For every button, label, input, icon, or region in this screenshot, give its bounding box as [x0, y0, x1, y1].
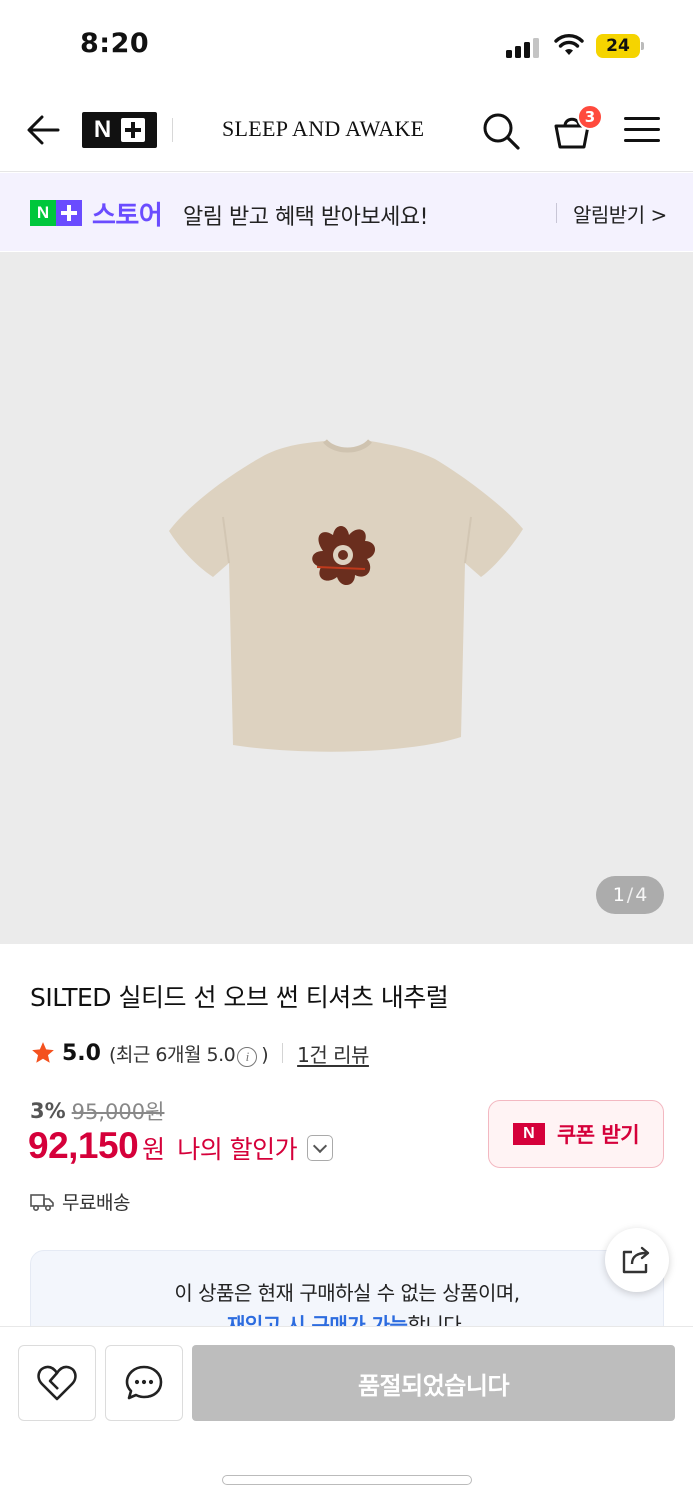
- sale-price: 92,150: [28, 1125, 139, 1166]
- promo-text: 알림 받고 혜택 받아보세요!: [183, 205, 428, 230]
- star-icon: [32, 1042, 54, 1063]
- shipping-info: 무료배송: [30, 1188, 130, 1215]
- get-coupon-button[interactable]: N 쿠폰 받기: [488, 1100, 664, 1168]
- discount-row: 3% 95,000원: [30, 1096, 164, 1126]
- plus-icon: [121, 118, 146, 142]
- info-icon[interactable]: i: [237, 1046, 258, 1067]
- search-icon[interactable]: [480, 110, 522, 152]
- sold-out-button: 품절되었습니다: [192, 1345, 675, 1421]
- store-brand-name[interactable]: SLEEP AND AWAKE: [222, 116, 424, 142]
- heart-icon: [37, 1365, 77, 1401]
- plus-icon: [56, 200, 82, 226]
- chevron-down-icon[interactable]: [307, 1135, 334, 1161]
- review-count-link[interactable]: 1건 리뷰: [297, 1039, 369, 1068]
- wifi-icon: [554, 34, 584, 55]
- original-price: 95,000원: [71, 1100, 165, 1124]
- rating-row: 5.0 (최근 6개월 5.0 i) 1건 리뷰: [30, 1038, 369, 1068]
- rating-period-detail: (최근 6개월 5.0 i): [108, 1043, 269, 1067]
- product-image-gallery[interactable]: 1 / 4: [0, 252, 693, 944]
- naver-coupon-icon: N: [512, 1123, 545, 1145]
- tshirt-product-image: [169, 439, 523, 752]
- notice-line-1: 이 상품은 현재 구매하실 수 없는 상품이며,: [174, 1281, 520, 1305]
- chat-bubble-icon: [125, 1365, 163, 1400]
- cellular-signal-icon: [506, 36, 542, 58]
- product-title: SILTED 실티드 선 오브 썬 티셔츠 내추럴: [30, 983, 449, 1012]
- back-arrow-icon[interactable]: [24, 110, 64, 150]
- wishlist-button[interactable]: [18, 1345, 96, 1421]
- notification-promo-banner[interactable]: N 스토어 알림 받고 혜택 받아보세요! 알림받기 >: [0, 173, 693, 251]
- price-unit: 원: [142, 1135, 166, 1164]
- top-navigation: N SLEEP AND AWAKE 3: [0, 90, 693, 172]
- my-discount-price-label: 나의 할인가: [177, 1135, 298, 1164]
- cart-count-badge: 3: [577, 104, 603, 130]
- battery-level: 24: [606, 36, 630, 56]
- share-icon: [622, 1246, 650, 1274]
- naver-plus-store-logo: N: [30, 200, 82, 226]
- status-time: 8:20: [80, 28, 150, 59]
- subscribe-notification-link[interactable]: 알림받기 >: [573, 199, 667, 228]
- talk-talk-chat-button[interactable]: [105, 1345, 183, 1421]
- rating-score: 5.0: [62, 1040, 101, 1066]
- header-divider: [172, 118, 173, 142]
- free-shipping-label: 무료배송: [62, 1192, 130, 1214]
- battery-icon: 24: [596, 34, 644, 58]
- total-image-count: 4: [635, 884, 648, 906]
- cart-button[interactable]: 3: [550, 104, 603, 152]
- status-bar: 8:20 24: [0, 0, 693, 90]
- hamburger-menu-icon[interactable]: [624, 114, 662, 146]
- bottom-action-bar: 품절되었습니다: [0, 1326, 693, 1500]
- home-indicator[interactable]: [222, 1475, 472, 1485]
- discount-rate: 3%: [30, 1099, 66, 1123]
- naver-plus-logo[interactable]: N: [82, 112, 157, 148]
- promo-divider: [556, 203, 557, 223]
- current-image-index: 1: [612, 884, 625, 906]
- share-button[interactable]: [605, 1228, 669, 1292]
- image-page-counter: 1 / 4: [596, 876, 664, 914]
- delivery-truck-icon: [30, 1193, 54, 1211]
- price-row: 92,150 원 나의 할인가: [28, 1125, 334, 1167]
- rating-divider: [282, 1043, 284, 1063]
- coupon-label: 쿠폰 받기: [556, 1123, 640, 1147]
- promo-store-label: 스토어: [92, 201, 163, 231]
